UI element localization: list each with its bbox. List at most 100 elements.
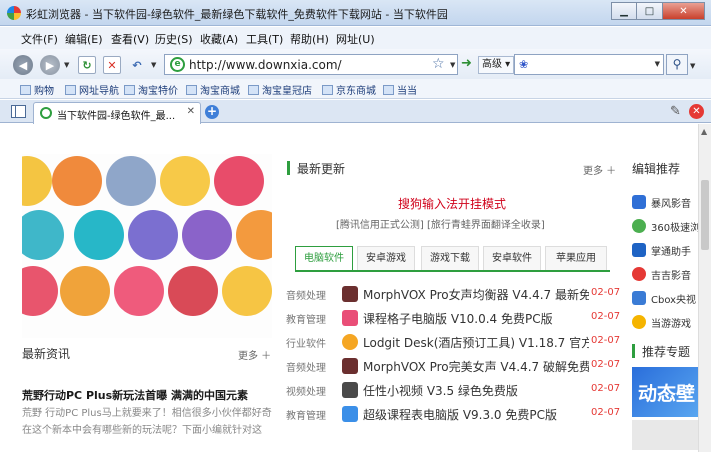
latest-updates-more-link[interactable]: 更多 ＋ <box>583 162 616 177</box>
bookmark-star-icon[interactable]: ☆ <box>432 56 445 72</box>
side-list-item[interactable]: 暴风影音 <box>632 192 698 212</box>
forward-button[interactable]: ▶ <box>40 55 60 75</box>
address-bar[interactable]: e http://www.downxia.com/ <box>164 54 458 75</box>
folder-icon <box>383 84 394 95</box>
tab-android-games[interactable]: 安卓游戏 <box>357 246 415 270</box>
avatar-image <box>106 156 156 206</box>
row-title-link[interactable]: 课程格子电脑版 V10.0.4 免费PC版 <box>363 310 589 327</box>
folder-icon <box>322 84 333 95</box>
row-category: 教育管理 <box>286 411 326 422</box>
maximize-button[interactable]: □ <box>637 2 663 20</box>
folder-icon <box>20 84 31 95</box>
row-date: 02-07 <box>591 407 621 418</box>
avatar-image <box>236 210 272 260</box>
menu-favorites[interactable]: 收藏(A) <box>200 31 238 47</box>
tab-close-icon[interactable]: ✕ <box>187 106 195 117</box>
menu-view[interactable]: 查看(V) <box>111 31 149 47</box>
fav-nav[interactable]: 网址导航 <box>65 82 119 97</box>
search-options-dropdown-icon[interactable]: ▼ <box>690 62 695 70</box>
row-title-link[interactable]: MorphVOX Pro完美女声 V4.4.7 破解免费 <box>363 358 589 375</box>
page-favicon-icon: e <box>170 57 185 72</box>
side-list-item[interactable]: 当游游戏 <box>632 312 698 332</box>
folder-icon <box>186 84 197 95</box>
tab-game-downloads[interactable]: 游戏下载 <box>421 246 479 270</box>
search-button[interactable]: ⚲ <box>666 54 688 75</box>
menu-tools[interactable]: 工具(T) <box>246 31 283 47</box>
advanced-button[interactable]: 高级 ▾ <box>478 56 515 74</box>
app-icon <box>342 286 358 302</box>
row-title-link[interactable]: 任性小视频 V3.5 绿色免费版 <box>363 382 589 399</box>
side-list-item[interactable]: 360极速浏 <box>632 216 698 236</box>
scroll-thumb[interactable] <box>701 180 709 250</box>
fav-dangdang[interactable]: 当当 <box>383 82 417 97</box>
menu-file[interactable]: 文件(F) <box>21 31 58 47</box>
close-tab-icon[interactable]: ✕ <box>689 104 704 119</box>
advanced-label: 高级 <box>482 59 502 70</box>
app-icon <box>632 195 646 209</box>
fav-taobao-mall[interactable]: 淘宝商城 <box>186 82 240 97</box>
promo-sub-links[interactable]: [腾讯信用正式公测] [旅行青蛙界面翻译全收录] <box>336 216 545 231</box>
list-item[interactable]: 音频处理 MorphVOX Pro完美女声 V4.4.7 破解免费 02-07 <box>286 356 620 378</box>
row-title-link[interactable]: Lodgit Desk(酒店预订工具) V1.18.7 官方 <box>363 334 589 351</box>
list-item[interactable]: 教育管理 超级课程表电脑版 V9.3.0 免费PC版 02-07 <box>286 404 620 426</box>
fav-jd[interactable]: 京东商城 <box>322 82 376 97</box>
tab-apple-apps[interactable]: 苹果应用 <box>545 246 607 270</box>
tab-downxia[interactable]: 当下软件园-绿色软件_最... ✕ <box>33 102 201 124</box>
app-icon <box>632 243 646 257</box>
row-title-link[interactable]: 超级课程表电脑版 V9.3.0 免费PC版 <box>363 406 589 423</box>
address-input[interactable]: http://www.downxia.com/ <box>189 58 342 72</box>
minimize-button[interactable]: ▁ <box>611 2 637 20</box>
favorites-bar: 购物 网址导航 淘宝特价 淘宝商城 淘宝皇冠店 京东商城 当当 <box>0 79 711 99</box>
search-input[interactable]: ❀ ▼ <box>514 54 664 75</box>
refresh-button[interactable]: ↻ <box>78 56 96 74</box>
sidebar-toggle-icon[interactable] <box>11 105 26 118</box>
menu-bar: 文件(F) 编辑(E) 查看(V) 历史(S) 收藏(A) 工具(T) 帮助(H… <box>0 27 711 49</box>
close-window-button[interactable]: ✕ <box>663 2 705 20</box>
side-item-label: Cbox央视 <box>651 295 697 306</box>
tab-android-software[interactable]: 安卓软件 <box>483 246 541 270</box>
search-dropdown-icon[interactable]: ▼ <box>655 60 660 68</box>
back-button[interactable]: ◀ <box>13 55 33 75</box>
app-icon <box>342 382 358 398</box>
menu-edit[interactable]: 编辑(E) <box>65 31 103 47</box>
side-list-item[interactable]: Cbox央视 <box>632 288 698 308</box>
section-accent-bar <box>632 344 635 358</box>
editor-picks-title: 编辑推荐 <box>632 162 681 176</box>
row-title-link[interactable]: MorphVOX Pro女声均衡器 V4.4.7 最新免 <box>363 286 589 303</box>
news-headline-link[interactable]: 荒野行动PC Plus新玩法首曝 满满的中国元素 <box>22 387 248 403</box>
history-dropdown-icon[interactable]: ▼ <box>64 61 69 69</box>
menu-help[interactable]: 帮助(H) <box>290 31 329 47</box>
row-category: 音频处理 <box>286 291 326 302</box>
topic-thumbnail[interactable] <box>632 420 698 450</box>
row-category: 音频处理 <box>286 363 326 374</box>
undo-close-button[interactable]: ↶ <box>128 56 146 74</box>
fav-taobao-crown[interactable]: 淘宝皇冠店 <box>248 82 312 97</box>
go-arrow-icon[interactable]: ➜ <box>461 56 472 71</box>
list-item[interactable]: 行业软件 Lodgit Desk(酒店预订工具) V1.18.7 官方 02-0… <box>286 332 620 354</box>
side-list-item[interactable]: 吉吉影音 <box>632 264 698 284</box>
search-engine-paw-icon[interactable]: ❀ <box>519 58 528 71</box>
undo-dropdown-icon[interactable]: ▼ <box>151 61 156 69</box>
list-item[interactable]: 视频处理 任性小视频 V3.5 绿色免费版 02-07 <box>286 380 620 402</box>
tab-favicon-icon <box>40 107 52 119</box>
menu-url[interactable]: 网址(U) <box>336 31 375 47</box>
address-dropdown-icon[interactable]: ▼ <box>450 61 455 69</box>
latest-news-more-link[interactable]: 更多 ＋ <box>238 347 271 362</box>
app-icon <box>342 406 358 422</box>
avatar-carousel[interactable] <box>22 154 272 338</box>
stop-button[interactable]: ✕ <box>103 56 121 74</box>
new-tab-button[interactable]: + <box>205 105 219 119</box>
fav-taobao-deals[interactable]: 淘宝特价 <box>124 82 178 97</box>
tab-pc-software[interactable]: 电脑软件 <box>295 246 353 270</box>
menu-history[interactable]: 历史(S) <box>155 31 193 47</box>
list-item[interactable]: 音频处理 MorphVOX Pro女声均衡器 V4.4.7 最新免 02-07 <box>286 284 620 306</box>
list-item[interactable]: 教育管理 课程格子电脑版 V10.0.4 免费PC版 02-07 <box>286 308 620 330</box>
wrench-icon[interactable]: ✎ <box>670 104 681 119</box>
category-tabs: 电脑软件 安卓游戏 游戏下载 安卓软件 苹果应用 <box>295 246 610 272</box>
vertical-scrollbar[interactable]: ▲ <box>698 124 711 452</box>
topic-banner[interactable]: 动态壁 <box>632 367 698 417</box>
scroll-up-arrow-icon[interactable]: ▲ <box>701 127 707 136</box>
side-list-item[interactable]: 掌通助手 <box>632 240 698 260</box>
fav-shopping[interactable]: 购物 <box>20 82 54 97</box>
promo-headline-link[interactable]: 搜狗输入法开挂模式 <box>398 195 506 212</box>
